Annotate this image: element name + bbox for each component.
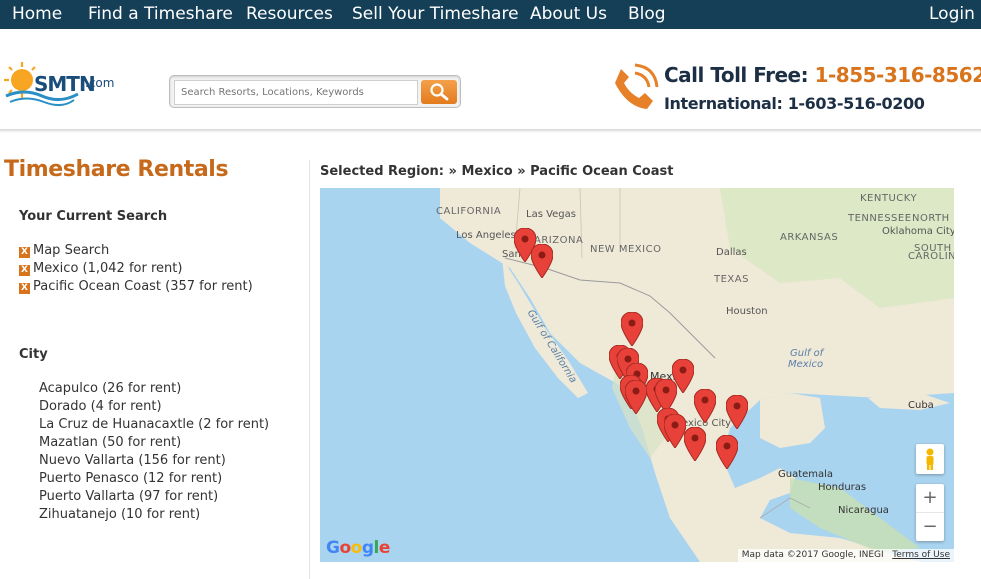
current-search-heading: Your Current Search: [19, 209, 168, 224]
toll-free-number[interactable]: 1-855-316-8562: [815, 63, 981, 87]
phone-icon: [615, 63, 659, 109]
map-label-kentucky: KENTUCKY: [860, 193, 918, 204]
map-label-new-mexico: NEW MEXICO: [590, 244, 662, 255]
city-link-puerto-penasco[interactable]: Puerto Penasco (12 for rent): [39, 471, 222, 486]
filter-pacific-coast: X Pacific Ocean Coast (357 for rent): [19, 279, 253, 294]
map-label-nicaragua: Nicaragua: [838, 505, 889, 516]
map-label-oklahoma-city: Oklahoma City: [882, 226, 954, 237]
remove-filter-icon[interactable]: X: [19, 283, 30, 294]
city-link-nuevo-vallarta[interactable]: Nuevo Vallarta (156 for rent): [39, 453, 226, 468]
zoom-control: + −: [916, 484, 944, 541]
international-label: International:: [664, 94, 783, 113]
city-heading: City: [19, 347, 48, 362]
search-bar: [169, 75, 461, 108]
search-input[interactable]: [174, 80, 418, 105]
city-link-acapulco[interactable]: Acapulco (26 for rent): [39, 381, 181, 396]
page-title: Timeshare Rentals: [4, 157, 229, 182]
map-attribution: Map data ©2017 Google, INEGI Terms of Us…: [737, 549, 954, 562]
nav-find-timeshare[interactable]: Find a Timeshare: [88, 4, 233, 24]
pegman-icon: [926, 448, 934, 470]
filter-label: Pacific Ocean Coast (357 for rent): [33, 279, 253, 294]
nav-home[interactable]: Home: [12, 4, 62, 24]
city-link-zihuatanejo[interactable]: Zihuatanejo (10 for rent): [39, 507, 200, 522]
city-link-mazatlan[interactable]: Mazatlan (50 for rent): [39, 435, 181, 450]
filter-label: Mexico (1,042 for rent): [33, 261, 183, 276]
map-pin-icon[interactable]: [625, 380, 647, 414]
remove-filter-icon[interactable]: X: [19, 247, 30, 258]
map-pin-icon[interactable]: [684, 427, 706, 461]
international-number[interactable]: 1-603-516-0200: [788, 94, 925, 113]
map-pin-icon[interactable]: [716, 435, 738, 469]
map-label-cuba: Cuba: [908, 400, 934, 411]
street-view-pegman-icon[interactable]: [916, 444, 944, 474]
map-pin-icon[interactable]: [664, 414, 686, 448]
map-label-dallas: Dallas: [716, 247, 747, 258]
nav-about-us[interactable]: About Us: [530, 4, 607, 24]
terms-of-use-link[interactable]: Terms of Use: [892, 550, 950, 560]
google-logo[interactable]: Google: [326, 538, 390, 558]
map[interactable]: CALIFORNIA Las Vegas Los Angeles ARIZONA…: [320, 188, 954, 562]
nav-sell-timeshare[interactable]: Sell Your Timeshare: [352, 4, 519, 24]
search-icon: [430, 83, 449, 101]
city-link-puerto-vallarta[interactable]: Puerto Vallarta (97 for rent): [39, 489, 218, 504]
map-label-houston: Houston: [726, 306, 768, 317]
city-link-dorado[interactable]: Dorado (4 for rent): [39, 399, 162, 414]
map-label-los-angeles: Los Angeles: [456, 230, 516, 241]
map-label-tennessee: TENNESSEE: [848, 213, 912, 224]
search-button[interactable]: [421, 80, 457, 104]
selected-region: Selected Region: » Mexico » Pacific Ocea…: [320, 164, 674, 179]
map-pin-icon[interactable]: [694, 389, 716, 423]
map-pin-icon[interactable]: [621, 312, 643, 346]
map-data-credit: Map data ©2017 Google, INEGI: [741, 550, 884, 560]
zoom-in-button[interactable]: +: [916, 484, 944, 512]
nav-resources[interactable]: Resources: [246, 4, 333, 24]
toll-free-line: Call Toll Free: 1-855-316-8562: [664, 63, 981, 87]
filter-label: Map Search: [33, 243, 110, 258]
nav-blog[interactable]: Blog: [628, 4, 666, 24]
map-label-arkansas: ARKANSAS: [780, 232, 839, 243]
map-label-carolina: CAROLINA: [908, 251, 954, 262]
remove-filter-icon[interactable]: X: [19, 265, 30, 276]
column-divider: [309, 160, 310, 579]
logo-suffix: .com: [85, 76, 115, 90]
top-nav: Home Find a Timeshare Resources Sell You…: [0, 0, 981, 29]
map-label-gulf-mexico-1: Gulf of: [790, 348, 824, 359]
map-label-texas: TEXAS: [714, 274, 749, 285]
zoom-out-button[interactable]: −: [916, 512, 944, 540]
header-divider: [0, 129, 981, 133]
map-label-honduras: Honduras: [818, 482, 867, 493]
map-pin-icon[interactable]: [726, 395, 748, 429]
map-label-california: CALIFORNIA: [436, 206, 502, 217]
map-label-north: NORTH: [912, 213, 950, 224]
city-link-la-cruz[interactable]: La Cruz de Huanacaxtle (2 for rent): [39, 417, 269, 432]
filter-map-search: X Map Search: [19, 243, 109, 258]
toll-free-label: Call Toll Free:: [664, 63, 809, 87]
filter-mexico: X Mexico (1,042 for rent): [19, 261, 182, 276]
nav-login[interactable]: Login: [929, 4, 975, 24]
international-line: International: 1-603-516-0200: [664, 94, 925, 113]
map-label-guatemala: Guatemala: [778, 469, 834, 480]
map-label-las-vegas: Las Vegas: [526, 209, 576, 220]
map-label-gulf-mexico-2: Mexico: [788, 359, 824, 370]
map-pin-icon[interactable]: [531, 244, 553, 278]
